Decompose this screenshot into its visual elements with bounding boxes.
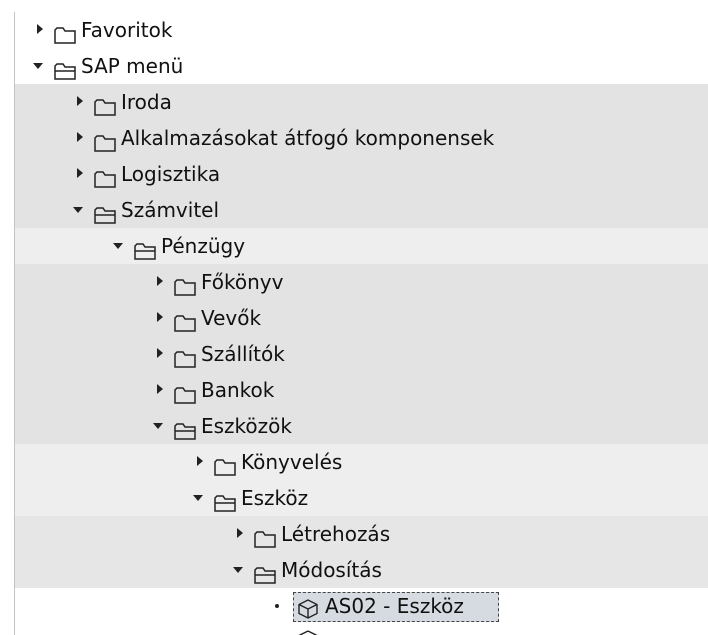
- tree-node-label: Számvitel: [121, 198, 220, 222]
- tree-node-label: Favoritok: [81, 18, 173, 42]
- collapsed-arrow-icon[interactable]: [193, 444, 207, 480]
- tree-node-label: Logisztika: [121, 162, 221, 186]
- tree-node-label: Könyvelés: [241, 450, 343, 474]
- expanded-arrow-icon[interactable]: [151, 408, 165, 444]
- tree-node-modositas[interactable]: Módosítás: [15, 552, 708, 588]
- tree-node-favoritok[interactable]: Favoritok: [15, 12, 708, 48]
- tree-node-label: Szállítók: [201, 342, 285, 366]
- tree-node-eszkozok[interactable]: Eszközök: [15, 408, 708, 444]
- tree-node-vevok[interactable]: Vevők: [15, 300, 708, 336]
- folder-open-icon: [213, 488, 237, 512]
- folder-open-icon: [133, 236, 157, 260]
- folder-open-icon: [253, 560, 277, 584]
- transaction-cube-icon: [297, 595, 319, 619]
- transaction-label: AS02 - Eszköz: [325, 594, 464, 618]
- folder-closed-icon: [253, 524, 277, 548]
- tree-node-label: Létrehozás: [281, 522, 391, 546]
- collapsed-arrow-icon[interactable]: [233, 516, 247, 552]
- tree-node-label: Iroda: [121, 90, 172, 114]
- collapsed-arrow-icon[interactable]: [73, 156, 87, 192]
- tree-node-szallitok[interactable]: Szállítók: [15, 336, 708, 372]
- tree-node-szamvitel[interactable]: Számvitel: [15, 192, 708, 228]
- tree-node-fokonyv[interactable]: Főkönyv: [15, 264, 708, 300]
- folder-closed-icon: [93, 128, 117, 152]
- collapsed-arrow-icon[interactable]: [33, 12, 47, 48]
- tree-node-letrehozas[interactable]: Létrehozás: [15, 516, 708, 552]
- collapsed-arrow-icon[interactable]: [153, 336, 167, 372]
- sap-menu-tree: Favoritok SAP menü Iroda Alkalmazásokat …: [14, 12, 708, 635]
- tree-node-label: Bankok: [201, 378, 275, 402]
- tree-node-iroda[interactable]: Iroda: [15, 84, 708, 120]
- folder-closed-icon: [93, 92, 117, 116]
- folder-closed-icon: [53, 20, 77, 44]
- tree-node-partial: [15, 624, 708, 635]
- collapsed-arrow-icon[interactable]: [153, 264, 167, 300]
- tree-node-konyveles[interactable]: Könyvelés: [15, 444, 708, 480]
- collapsed-arrow-icon[interactable]: [73, 120, 87, 156]
- tree-node-as02[interactable]: AS02 - Eszköz: [15, 588, 708, 624]
- tree-node-label: Pénzügy: [161, 234, 246, 258]
- tree-node-label: Eszközök: [201, 414, 292, 438]
- folder-closed-icon: [173, 272, 197, 296]
- tree-node-label: Főkönyv: [201, 270, 284, 294]
- collapsed-arrow-icon[interactable]: [153, 300, 167, 336]
- folder-open-icon: [173, 416, 197, 440]
- transaction-cube-icon: [297, 625, 319, 635]
- tree-node-sap-menu[interactable]: SAP menü: [15, 48, 708, 84]
- folder-closed-icon: [93, 164, 117, 188]
- folder-closed-icon: [173, 380, 197, 404]
- expanded-arrow-icon[interactable]: [71, 192, 85, 228]
- tree-node-label: Módosítás: [281, 558, 382, 582]
- folder-closed-icon: [173, 308, 197, 332]
- tree-node-label: SAP menü: [81, 54, 184, 78]
- collapsed-arrow-icon[interactable]: [153, 372, 167, 408]
- tree-node-eszkoz[interactable]: Eszköz: [15, 480, 708, 516]
- tree-node-logisztika[interactable]: Logisztika: [15, 156, 708, 192]
- expanded-arrow-icon[interactable]: [111, 228, 125, 264]
- folder-open-icon: [53, 56, 77, 80]
- folder-open-icon: [93, 200, 117, 224]
- collapsed-arrow-icon[interactable]: [73, 84, 87, 120]
- tree-node-penzugy[interactable]: Pénzügy: [15, 228, 708, 264]
- folder-closed-icon: [173, 344, 197, 368]
- expanded-arrow-icon[interactable]: [191, 480, 205, 516]
- tree-node-label: Eszköz: [241, 486, 309, 510]
- tree-node-bankok[interactable]: Bankok: [15, 372, 708, 408]
- leaf-bullet-icon: [275, 604, 279, 608]
- expanded-arrow-icon[interactable]: [31, 48, 45, 84]
- tree-node-alkalmazasokat[interactable]: Alkalmazásokat átfogó komponensek: [15, 120, 708, 156]
- tree-node-label: Vevők: [201, 306, 262, 330]
- tree-node-label: Alkalmazásokat átfogó komponensek: [121, 126, 495, 150]
- folder-closed-icon: [213, 452, 237, 476]
- expanded-arrow-icon[interactable]: [231, 552, 245, 588]
